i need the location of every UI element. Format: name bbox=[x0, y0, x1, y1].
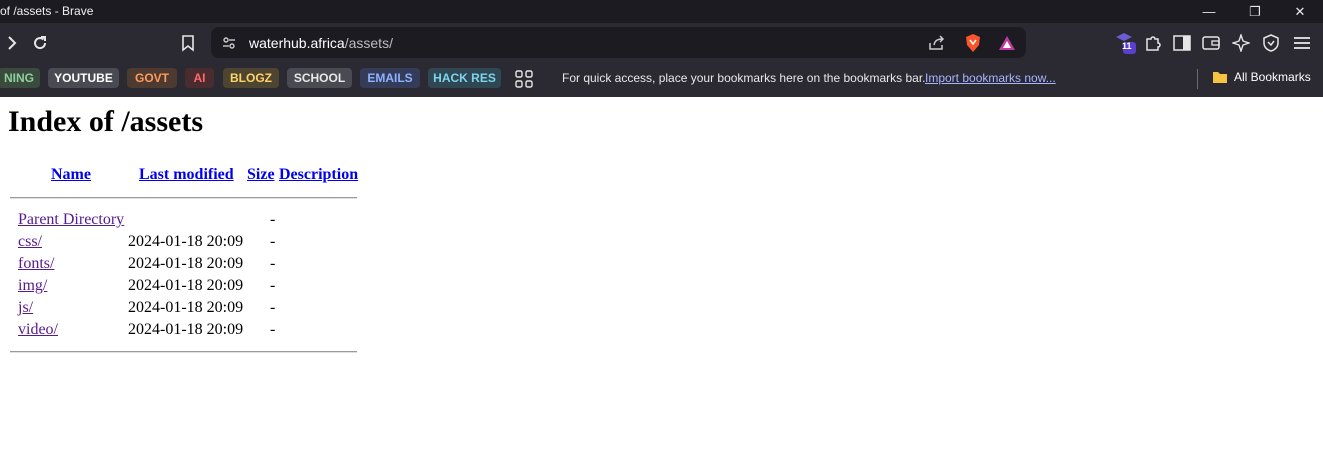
minimize-button[interactable]: — bbox=[1186, 0, 1232, 23]
bookmark-item[interactable]: YOUTUBE bbox=[48, 68, 119, 88]
table-row: Parent Directory - bbox=[0, 211, 400, 233]
size-cell: - bbox=[270, 211, 276, 228]
brave-shields-icon[interactable] bbox=[961, 31, 985, 55]
apps-grid-icon[interactable] bbox=[512, 67, 536, 91]
bookmark-icon[interactable] bbox=[176, 31, 200, 55]
column-header-name[interactable]: Name bbox=[51, 166, 91, 184]
entry-link[interactable]: fonts/ bbox=[18, 255, 54, 273]
bookmark-item[interactable]: GOVT bbox=[127, 68, 177, 88]
bookmark-item[interactable]: EMAILS bbox=[360, 68, 420, 88]
bookmark-item[interactable]: BLOGZ bbox=[223, 68, 279, 88]
table-row: video/ 2024-01-18 20:09 - bbox=[0, 321, 400, 343]
bookmark-item[interactable]: AI bbox=[185, 68, 214, 88]
column-header-description[interactable]: Description bbox=[279, 166, 358, 184]
url-path: /assets/ bbox=[344, 35, 393, 51]
entry-link[interactable]: img/ bbox=[18, 277, 47, 295]
folder-icon bbox=[1212, 70, 1228, 89]
import-bookmarks-link[interactable]: Import bookmarks now... bbox=[925, 71, 1056, 85]
browser-toolbar: waterhub.africa/assets/ 11 bbox=[0, 23, 1323, 63]
extensions-puzzle-icon[interactable] bbox=[1141, 31, 1165, 55]
column-header-last-modified[interactable]: Last modified bbox=[139, 166, 234, 184]
restore-button[interactable]: ❐ bbox=[1232, 0, 1278, 23]
parent-directory-link[interactable]: Parent Directory bbox=[18, 211, 124, 229]
size-cell: - bbox=[270, 277, 276, 294]
bookmarks-bar: NING YOUTUBE GOVT AI BLOGZ SCHOOL EMAILS… bbox=[0, 63, 1323, 97]
close-button[interactable]: ✕ bbox=[1277, 0, 1323, 23]
last-modified-cell: 2024-01-18 20:09 bbox=[128, 233, 244, 250]
brave-rewards-icon[interactable] bbox=[995, 31, 1019, 55]
page-content: Index of /assets Name Last modified Size… bbox=[0, 97, 1323, 450]
site-settings-icon[interactable] bbox=[217, 31, 241, 55]
extension-badge-count: 11 bbox=[1122, 41, 1132, 51]
wallet-icon[interactable] bbox=[1199, 31, 1223, 55]
leo-ai-sparkle-icon[interactable] bbox=[1229, 31, 1253, 55]
window-titlebar: of /assets - Brave — ❐ ✕ bbox=[0, 0, 1323, 23]
menu-hamburger-icon[interactable] bbox=[1290, 31, 1314, 55]
sidebar-toggle-icon[interactable] bbox=[1170, 31, 1194, 55]
last-modified-cell: 2024-01-18 20:09 bbox=[128, 299, 244, 316]
chevron-right-icon[interactable] bbox=[0, 31, 24, 55]
divider bbox=[10, 351, 357, 353]
extension-badge-icon[interactable]: 11 bbox=[1114, 31, 1138, 55]
vpn-shield-icon[interactable] bbox=[1259, 31, 1283, 55]
last-modified-cell: 2024-01-18 20:09 bbox=[128, 277, 244, 294]
size-cell: - bbox=[270, 321, 276, 338]
share-icon[interactable] bbox=[925, 31, 949, 55]
page-title: Index of /assets bbox=[8, 105, 204, 138]
bookmarks-hint: For quick access, place your bookmarks h… bbox=[562, 71, 926, 85]
table-row: js/ 2024-01-18 20:09 - bbox=[0, 299, 400, 321]
table-row: fonts/ 2024-01-18 20:09 - bbox=[0, 255, 400, 277]
column-header-size[interactable]: Size bbox=[247, 166, 275, 184]
table-row: img/ 2024-01-18 20:09 - bbox=[0, 277, 400, 299]
last-modified-cell: 2024-01-18 20:09 bbox=[128, 321, 244, 338]
url-text[interactable]: waterhub.africa/assets/ bbox=[249, 35, 393, 51]
bookmark-item[interactable]: NING bbox=[0, 68, 40, 88]
bookmark-item[interactable]: HACK RES bbox=[428, 68, 501, 88]
last-modified-cell: 2024-01-18 20:09 bbox=[128, 255, 244, 272]
bookmarks-separator bbox=[1197, 69, 1198, 89]
table-row: css/ 2024-01-18 20:09 - bbox=[0, 233, 400, 255]
entry-link[interactable]: js/ bbox=[18, 299, 33, 317]
bookmark-item[interactable]: SCHOOL bbox=[287, 68, 352, 88]
entry-link[interactable]: video/ bbox=[18, 321, 58, 339]
entry-link[interactable]: css/ bbox=[18, 233, 42, 251]
url-host: waterhub.africa bbox=[249, 35, 345, 51]
reload-icon[interactable] bbox=[28, 31, 52, 55]
size-cell: - bbox=[270, 299, 276, 316]
divider bbox=[10, 197, 357, 199]
size-cell: - bbox=[270, 233, 276, 250]
window-title: of /assets - Brave bbox=[0, 4, 94, 18]
all-bookmarks-button[interactable]: All Bookmarks bbox=[1234, 70, 1311, 84]
size-cell: - bbox=[270, 255, 276, 272]
address-bar[interactable]: waterhub.africa/assets/ bbox=[211, 27, 1026, 58]
